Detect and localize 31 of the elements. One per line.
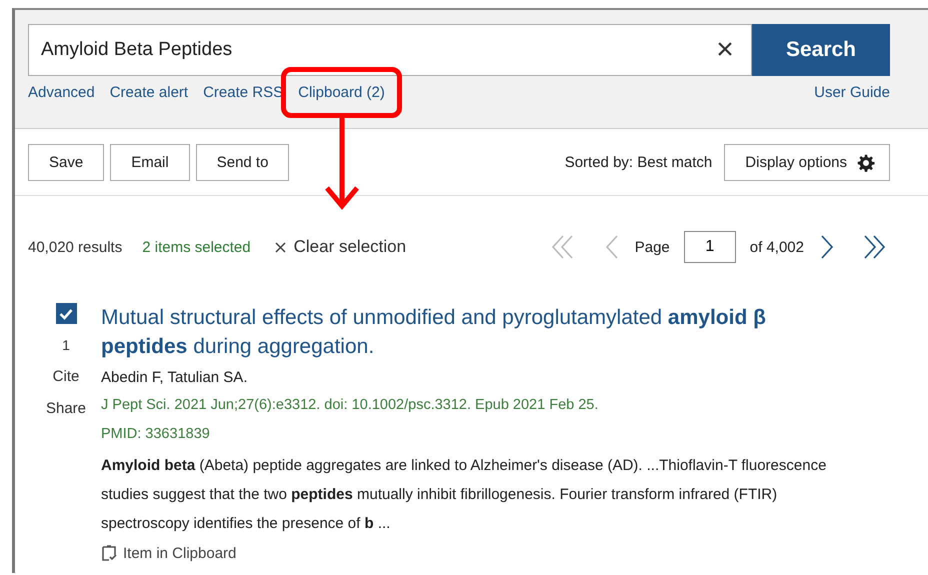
gear-icon	[857, 154, 875, 172]
citation: J Pept Sci. 2021 Jun;27(6):e3312. doi: 10.1002/psc.3312. Epub 2021 Feb 25.	[101, 396, 600, 415]
page-label: Page	[634, 238, 670, 256]
authors: Abedin F, Tatulian SA.	[101, 368, 248, 388]
action-button[interactable]: Send to	[196, 144, 290, 181]
display-options-button[interactable]: Display options	[724, 144, 890, 181]
abstract-snippet: Amyloid beta (Abeta) peptide aggregates are linked to Alzheimer's disease (AD). ...Thioflavin-T fluorescence studies suggest that the two peptides mutually inhibit fibrillogenesis. Fourier transform infrared (FTIR) spectroscopy identifies the presence of b ...	[101, 456, 828, 534]
page-number-field[interactable]: 1	[684, 231, 736, 263]
clipboard-status: Item in Clipboard	[123, 545, 236, 562]
checkmark-icon	[59, 308, 73, 320]
search-button[interactable]: Search	[752, 24, 890, 76]
user-guide-link[interactable]: User Guide	[814, 84, 890, 101]
share-link[interactable]: Share	[46, 400, 86, 417]
search-field[interactable]: Amyloid Beta Peptides ×	[28, 24, 752, 76]
selected-count: 2 items selected	[142, 238, 251, 256]
page-total: of 4,002	[750, 238, 804, 256]
action-button[interactable]: Save	[28, 144, 104, 181]
article-title-link[interactable]: Mutual structural effects of unmodified and pyroglutamylated amyloid β peptides during aggregation.	[101, 303, 801, 361]
clear-selection-button[interactable]: Clear selection	[274, 237, 406, 257]
cite-link[interactable]: Cite	[52, 368, 80, 385]
toolbar-link[interactable]: Clipboard (2)	[298, 84, 385, 101]
action-button[interactable]: Email	[110, 144, 190, 181]
toolbar-link[interactable]: Create alert	[110, 84, 188, 101]
clipboard-icon	[101, 545, 117, 562]
toolbar-link[interactable]: Advanced	[28, 84, 95, 101]
sort-label: Sorted by: Best match	[564, 154, 712, 171]
results-count: 40,020 results	[28, 238, 122, 256]
result-number: 1	[62, 337, 70, 353]
checkbox[interactable]	[56, 303, 76, 324]
close-icon	[274, 242, 286, 252]
pmid: PMID: 33631839	[101, 425, 211, 444]
